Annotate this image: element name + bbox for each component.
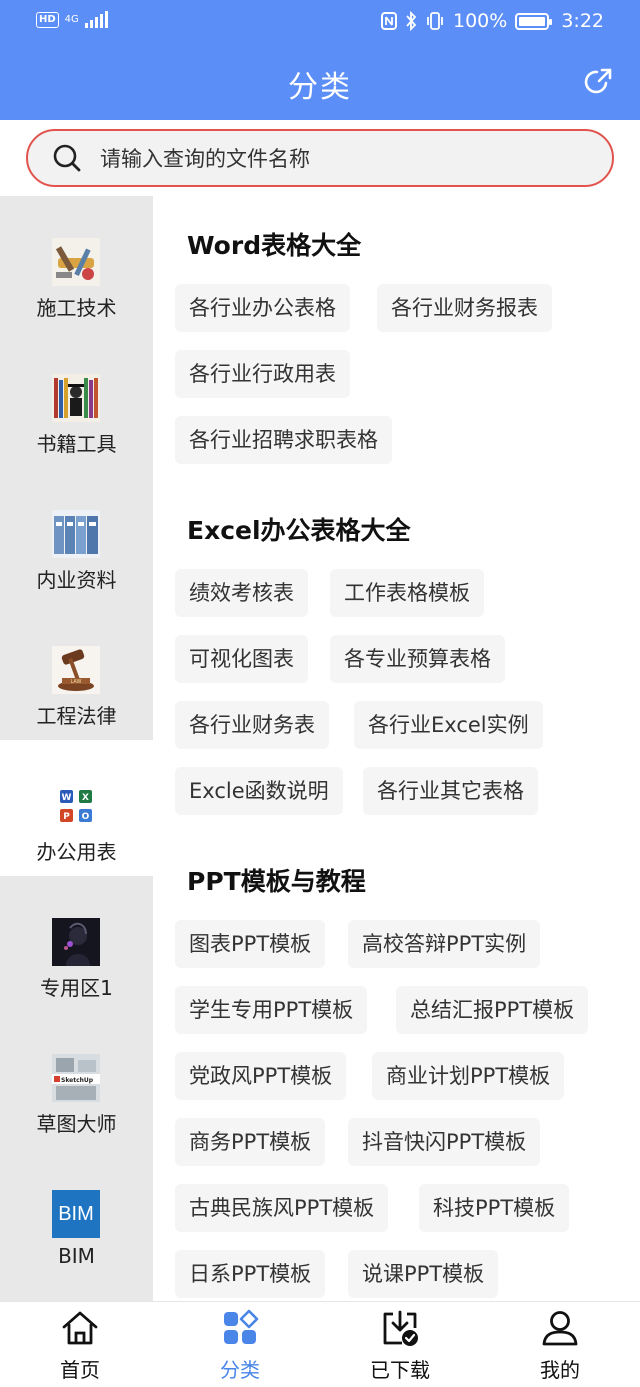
sidebar-item-label: 工程法律	[36, 704, 117, 728]
sidebar-item-label: 施工技术	[36, 296, 117, 320]
bottom-navigation: 首页 分类 已下载 我的	[0, 1301, 640, 1387]
page-title: 分类	[288, 70, 352, 105]
network-type: 4G	[64, 14, 79, 25]
nav-label: 首页	[60, 1358, 100, 1382]
svg-text:SketchUp: SketchUp	[61, 1077, 94, 1084]
search-input[interactable]: 请输入查询的文件名称	[26, 129, 614, 187]
tag-button[interactable]: 说课PPT模板	[348, 1250, 499, 1298]
svg-text:W: W	[62, 793, 72, 803]
nav-label: 分类	[220, 1358, 260, 1382]
tag-button[interactable]: 各行业招聘求职表格	[175, 416, 392, 464]
tag-button[interactable]: 各行业Excel实例	[354, 701, 543, 749]
signal-icon	[84, 11, 108, 28]
sidebar-item-books[interactable]: 书籍工具	[0, 332, 153, 468]
section-title-word: Word表格大全	[187, 231, 362, 260]
svg-text:X: X	[82, 793, 89, 803]
construction-tools-image	[52, 238, 100, 286]
sidebar-item-bim[interactable]: BIM BIM	[0, 1148, 153, 1284]
svg-text:P: P	[63, 812, 70, 822]
tag-button[interactable]: 古典民族风PPT模板	[175, 1184, 389, 1232]
category-icon	[224, 1309, 259, 1344]
sidebar-item-label: 办公用表	[36, 840, 117, 864]
office-apps-image: WX P O	[52, 782, 100, 830]
tag-button[interactable]: 商务PPT模板	[175, 1118, 326, 1166]
sidebar-item-internal-docs[interactable]: 内业资料	[0, 468, 153, 604]
nav-label: 已下载	[370, 1358, 430, 1382]
svg-text:O: O	[82, 812, 90, 822]
sidebar-item-special-1[interactable]: 专用区1	[0, 876, 153, 1012]
svg-text:LAW: LAW	[71, 679, 82, 685]
portrait-image	[52, 918, 100, 966]
share-icon[interactable]	[584, 66, 614, 96]
books-image	[52, 374, 100, 422]
sidebar-item-label: 草图大师	[36, 1112, 117, 1136]
battery-percent: 100%	[453, 10, 508, 32]
nav-profile[interactable]: 我的	[480, 1302, 640, 1387]
sidebar-item-office[interactable]: WX P O 办公用表	[0, 740, 153, 876]
nav-label: 我的	[540, 1358, 580, 1382]
sidebar-item-label: 专用区1	[40, 976, 113, 1000]
vibrate-icon	[427, 12, 443, 30]
hd-indicator: HD	[36, 12, 59, 28]
status-bar: HD 4G 100% 3:22	[0, 0, 640, 46]
bim-logo: BIM	[52, 1190, 100, 1238]
tag-button[interactable]: 高校答辩PPT实例	[348, 920, 541, 968]
bluetooth-icon	[406, 11, 417, 31]
nav-downloaded[interactable]: 已下载	[320, 1302, 480, 1387]
battery-icon	[515, 12, 553, 30]
search-placeholder: 请输入查询的文件名称	[100, 147, 310, 171]
tag-button[interactable]: 抖音快闪PPT模板	[348, 1118, 541, 1166]
tag-button[interactable]: 各行业财务报表	[377, 284, 552, 332]
tag-button[interactable]: 各行业办公表格	[175, 284, 350, 332]
tag-button[interactable]: 学生专用PPT模板	[175, 986, 368, 1034]
tag-button[interactable]: 工作表格模板	[330, 569, 484, 617]
tag-button[interactable]: 商业计划PPT模板	[372, 1052, 565, 1100]
sidebar-item-law[interactable]: LAW 工程法律	[0, 604, 153, 740]
binders-image	[52, 510, 100, 558]
tag-button[interactable]: 绩效考核表	[175, 569, 308, 617]
sidebar-item-label: BIM	[58, 1244, 95, 1268]
tag-button[interactable]: 图表PPT模板	[175, 920, 326, 968]
nfc-icon	[381, 12, 397, 30]
sketchup-image: SketchUp	[52, 1054, 100, 1102]
tag-button[interactable]: 各行业其它表格	[363, 767, 538, 815]
tag-button[interactable]: 日系PPT模板	[175, 1250, 326, 1298]
tag-button[interactable]: 党政风PPT模板	[175, 1052, 347, 1100]
tag-button[interactable]: 各专业预算表格	[330, 635, 505, 683]
nav-home[interactable]: 首页	[0, 1302, 160, 1387]
gavel-image: LAW	[52, 646, 100, 694]
category-sidebar: 施工技术 书籍工具 内业资料 LAW 工程法律 WX P O 办公用表 专用区1 S…	[0, 196, 153, 1301]
category-content: Word表格大全 各行业办公表格 各行业财务报表 各行业行政用表 各行业招聘求职…	[153, 196, 640, 1301]
sidebar-item-label: 内业资料	[36, 568, 117, 592]
section-title-ppt: PPT模板与教程	[187, 867, 366, 896]
tag-button[interactable]: 可视化图表	[175, 635, 308, 683]
sidebar-item-sketchup[interactable]: SketchUp 草图大师	[0, 1012, 153, 1148]
tag-button[interactable]: 科技PPT模板	[419, 1184, 570, 1232]
tag-button[interactable]: 各行业财务表	[175, 701, 329, 749]
tag-button[interactable]: 总结汇报PPT模板	[396, 986, 589, 1034]
section-title-excel: Excel办公表格大全	[187, 516, 411, 545]
home-icon	[62, 1311, 98, 1345]
tag-button[interactable]: Excle函数说明	[175, 767, 343, 815]
tag-button[interactable]: 各行业行政用表	[175, 350, 350, 398]
clock: 3:22	[561, 10, 604, 32]
sidebar-item-construction[interactable]: 施工技术	[0, 196, 153, 332]
header-bar: HD 4G 100% 3:22 分类	[0, 0, 640, 120]
profile-icon	[542, 1311, 578, 1346]
downloaded-icon	[383, 1310, 418, 1346]
nav-category[interactable]: 分类	[160, 1302, 320, 1387]
sidebar-item-label: 书籍工具	[36, 432, 117, 456]
search-icon	[53, 144, 81, 172]
